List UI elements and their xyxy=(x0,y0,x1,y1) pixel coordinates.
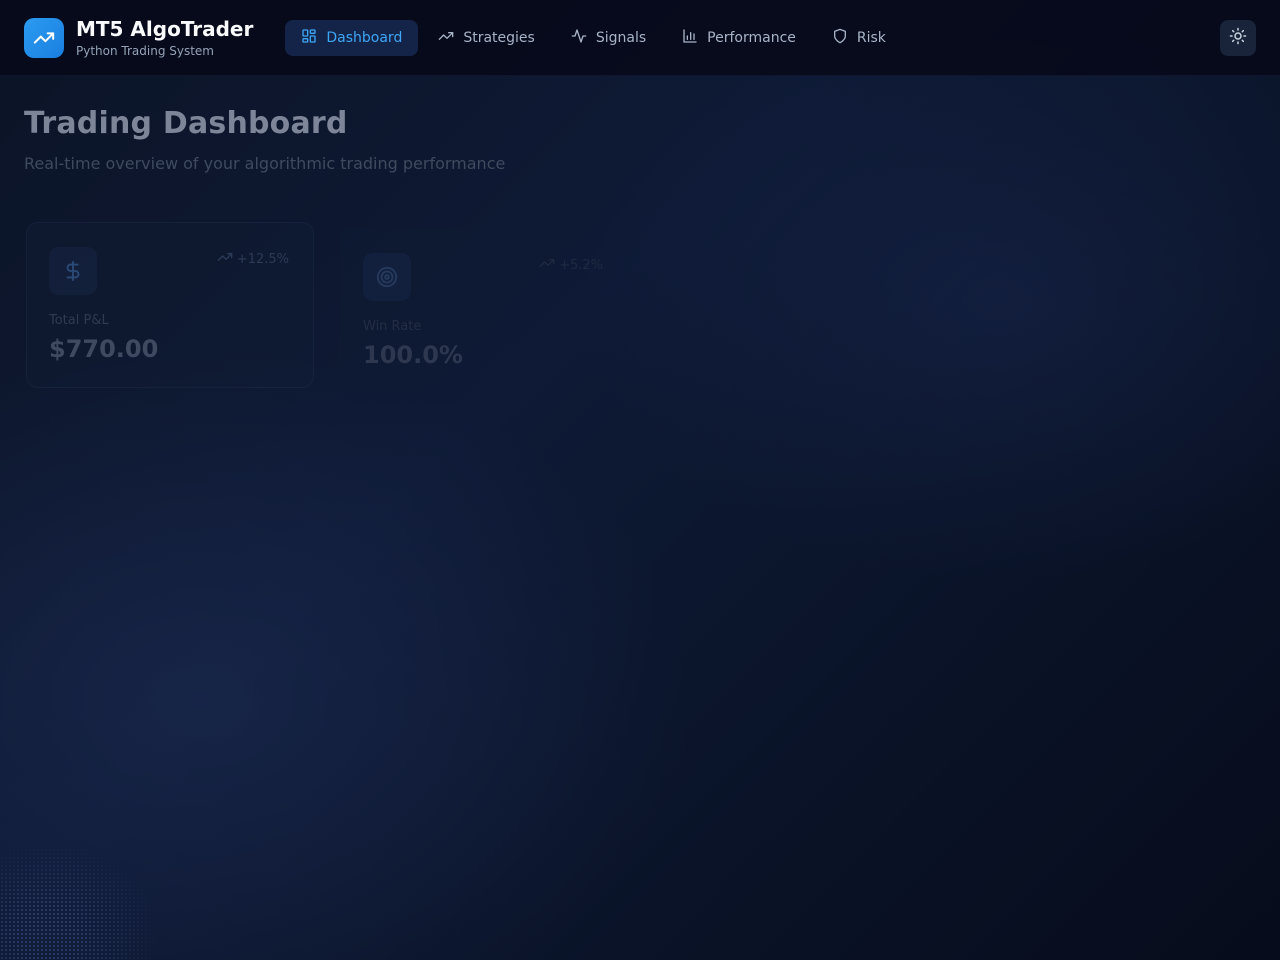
nav-item-label: Risk xyxy=(856,29,886,46)
target-icon xyxy=(363,253,411,301)
change-value: +5.2% xyxy=(559,257,603,273)
nav-item-label: Strategies xyxy=(463,29,535,46)
stat-card-win-rate: +5.2% Win Rate 100.0% xyxy=(340,228,628,394)
brand[interactable]: MT5 AlgoTrader Python Trading System xyxy=(24,17,253,59)
sun-icon xyxy=(1229,27,1247,49)
dollar-icon xyxy=(49,247,97,295)
trending-up-icon xyxy=(438,28,454,48)
page-title: Trading Dashboard xyxy=(24,106,348,141)
stat-label: Total P&L xyxy=(49,313,109,328)
nav-item-dashboard[interactable]: Dashboard xyxy=(285,19,419,56)
trending-up-icon xyxy=(539,255,555,275)
shield-icon xyxy=(832,28,848,48)
change-badge: +12.5% xyxy=(217,249,289,269)
nav-item-label: Performance xyxy=(707,29,796,46)
nav-item-signals[interactable]: Signals xyxy=(555,20,662,56)
main-nav: Dashboard Strategies Signals Performance… xyxy=(285,19,902,56)
activity-icon xyxy=(571,28,587,48)
page-subtitle: Real-time overview of your algorithmic t… xyxy=(24,154,506,173)
stat-value: $770.00 xyxy=(49,335,159,363)
change-badge: +5.2% xyxy=(539,255,603,275)
change-value: +12.5% xyxy=(236,251,289,267)
decorative-dot-pattern xyxy=(0,840,160,960)
app-subtitle: Python Trading System xyxy=(76,43,214,58)
stat-label: Win Rate xyxy=(363,319,422,334)
trending-up-icon xyxy=(217,249,233,269)
bar-chart-icon xyxy=(682,28,698,48)
nav-item-performance[interactable]: Performance xyxy=(666,20,812,56)
nav-item-risk[interactable]: Risk xyxy=(816,20,902,56)
stat-value: 100.0% xyxy=(363,341,463,369)
nav-item-strategies[interactable]: Strategies xyxy=(422,20,551,56)
nav-item-label: Dashboard xyxy=(326,29,403,46)
top-nav-bar: MT5 AlgoTrader Python Trading System Das… xyxy=(0,0,1280,76)
theme-toggle-button[interactable] xyxy=(1220,20,1256,56)
nav-item-label: Signals xyxy=(595,29,647,46)
trending-up-icon xyxy=(24,17,64,58)
app-title: MT5 AlgoTrader xyxy=(76,16,254,41)
dashboard-grid-icon xyxy=(301,28,317,48)
stat-card-total-pnl: +12.5% Total P&L $770.00 xyxy=(26,222,314,388)
